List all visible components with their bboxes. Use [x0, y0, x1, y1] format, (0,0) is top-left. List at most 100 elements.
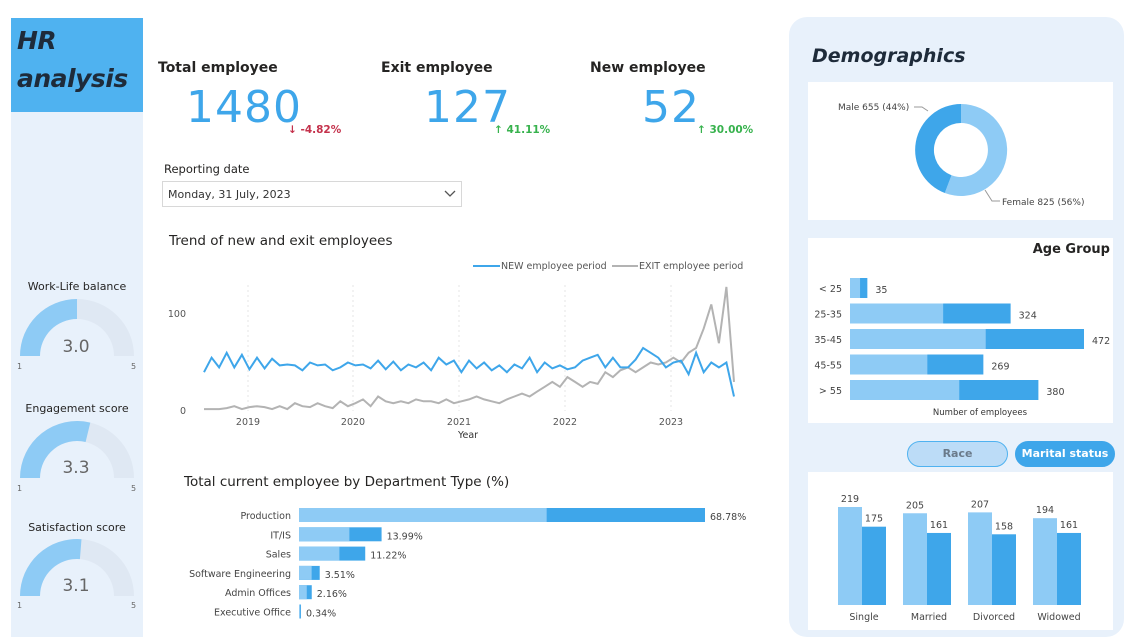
kpi-delta-total: ↓ -4.82% [288, 124, 341, 136]
dept-category-label: IT/IS [270, 530, 291, 541]
dept-value-label: 3.51% [325, 570, 355, 581]
marital-bar [1033, 518, 1057, 605]
gauge-max: 5 [131, 484, 137, 493]
arrow-down-icon: ↓ [288, 124, 297, 136]
marital-status-toggle-button[interactable]: Marital status [1015, 441, 1115, 467]
marital-value-label: 219 [841, 494, 859, 505]
gauge-max: 5 [131, 362, 137, 371]
marital-bar [927, 532, 951, 605]
y-tick-label: 0 [180, 406, 186, 417]
x-tick-label: 2022 [553, 417, 577, 428]
marital-value-label: 175 [865, 514, 883, 525]
gauge-value-satisfaction: 3.1 [62, 576, 90, 596]
dept-bar-highlight [299, 508, 547, 522]
marital-category-label: Widowed [1037, 612, 1080, 623]
gauge-value-engagement: 3.3 [62, 458, 90, 478]
donut-leader-male [914, 106, 929, 112]
gauge-min: 1 [17, 601, 23, 610]
marital-value-label: 158 [995, 521, 1013, 532]
kpi-delta-exit: ↑ 41.11% [494, 124, 550, 136]
dept-bar-highlight [299, 546, 340, 561]
series-line-exit [204, 286, 735, 411]
marital-category-label: Divorced [973, 612, 1015, 623]
age-category-label: > 55 [819, 386, 842, 397]
trend-legend: NEW employee period EXIT employee period [473, 261, 743, 272]
kpi-delta-value: 30.00% [709, 124, 754, 136]
age-x-axis-label: Number of employees [933, 408, 1028, 418]
arrow-up-icon: ↑ [697, 124, 706, 136]
brand-logo: HR analysis [11, 18, 143, 112]
dept-bar-highlight [299, 527, 350, 542]
series-line-new [203, 346, 735, 397]
age-chart: < 25 35 25-35 324 35-45 472 45-55 269 > 55 380 Num… [814, 278, 1110, 418]
marital-category-label: Single [849, 612, 878, 623]
age-value-label: 35 [875, 285, 887, 296]
dept-bar-highlight [299, 604, 301, 619]
kpi-value-new: 52 [642, 82, 700, 133]
marital-card: 219 175 Single 205 161 Married 207 158 Divorced 1… [808, 472, 1113, 630]
donut-label-female: Female 825 (56%) [1002, 198, 1084, 208]
race-toggle-button[interactable]: Race [907, 441, 1008, 467]
kpi-label-new: New employee [590, 60, 706, 76]
kpi-delta-new: ↑ 30.00% [697, 124, 753, 136]
x-axis-label: Year [457, 430, 478, 441]
trend-chart: NEW employee period EXIT employee period 0… [168, 261, 743, 441]
dept-category-label: Production [240, 511, 291, 522]
brand-line2: analysis [17, 64, 128, 93]
kpi-label-total: Total employee [158, 60, 278, 76]
gauge-title-worklife: Work-Life balance [27, 280, 127, 293]
marital-value-label: 205 [906, 500, 924, 511]
kpi-delta-value: 41.11% [506, 124, 551, 136]
marital-bar [968, 512, 992, 605]
gauge-title-engagement: Engagement score [25, 402, 129, 415]
reporting-date-label: Reporting date [164, 162, 250, 176]
dept-value-label: 68.78% [710, 512, 746, 523]
marital-value-label: 207 [971, 499, 989, 510]
marital-chart: 219 175 Single 205 161 Married 207 158 Divorced 1… [838, 494, 1081, 623]
x-tick-label: 2023 [659, 417, 683, 428]
marital-bar [1057, 532, 1081, 605]
kpi-value-total: 1480 [186, 82, 302, 133]
age-category-label: < 25 [819, 284, 842, 295]
dept-category-label: Software Engineering [189, 569, 291, 580]
age-card: Age Group < 25 35 25-35 324 35-45 472 45-55 269… [808, 238, 1113, 423]
dept-bar-highlight [299, 565, 312, 580]
gender-donut-chart: Male 655 (44%) Female 825 (56%) [838, 103, 1084, 208]
brand-line1: HR [17, 26, 57, 55]
donut-label-male: Male 655 (44%) [838, 103, 909, 113]
chevron-down-icon [444, 190, 456, 197]
gauge-min: 1 [17, 484, 23, 493]
marital-bar [862, 526, 886, 605]
x-tick-label: 2019 [236, 417, 260, 428]
reporting-date-dropdown[interactable]: Monday, 31 July, 2023 [162, 181, 462, 207]
marital-bar [903, 513, 927, 605]
donut-leader-female [984, 189, 1000, 202]
age-bar-highlight [850, 329, 986, 349]
dept-value-label: 13.99% [387, 531, 423, 542]
kpi-delta-value: -4.82% [300, 124, 342, 136]
trend-chart-title: Trend of new and exit employees [169, 233, 393, 249]
demographics-title: Demographics [812, 45, 966, 67]
age-category-label: 25-35 [814, 310, 842, 321]
marital-value-label: 161 [1060, 520, 1078, 531]
gauge-title-satisfaction: Satisfaction score [28, 521, 126, 534]
dept-category-label: Admin Offices [225, 588, 291, 599]
age-value-label: 269 [991, 362, 1009, 373]
y-tick-label: 100 [168, 309, 186, 320]
age-value-label: 324 [1019, 311, 1037, 322]
legend-label-new: NEW employee period [501, 261, 607, 272]
age-category-label: 35-45 [814, 335, 842, 346]
gauge-min: 1 [17, 362, 23, 371]
x-tick-label: 2021 [447, 417, 471, 428]
dept-bar-highlight [299, 585, 307, 600]
age-bar-highlight [850, 278, 861, 298]
dept-category-label: Sales [266, 550, 291, 561]
marital-category-label: Married [911, 612, 947, 623]
dept-chart: Production 68.78% IT/IS 13.99% Sales 11.22% So… [189, 508, 746, 620]
gender-card: Male 655 (44%) Female 825 (56%) [808, 82, 1113, 220]
gauge-max: 5 [131, 601, 137, 610]
legend-label-exit: EXIT employee period [639, 261, 743, 272]
age-bar-highlight [850, 303, 944, 324]
marital-bar [838, 507, 862, 605]
dept-category-label: Executive Office [214, 608, 291, 619]
